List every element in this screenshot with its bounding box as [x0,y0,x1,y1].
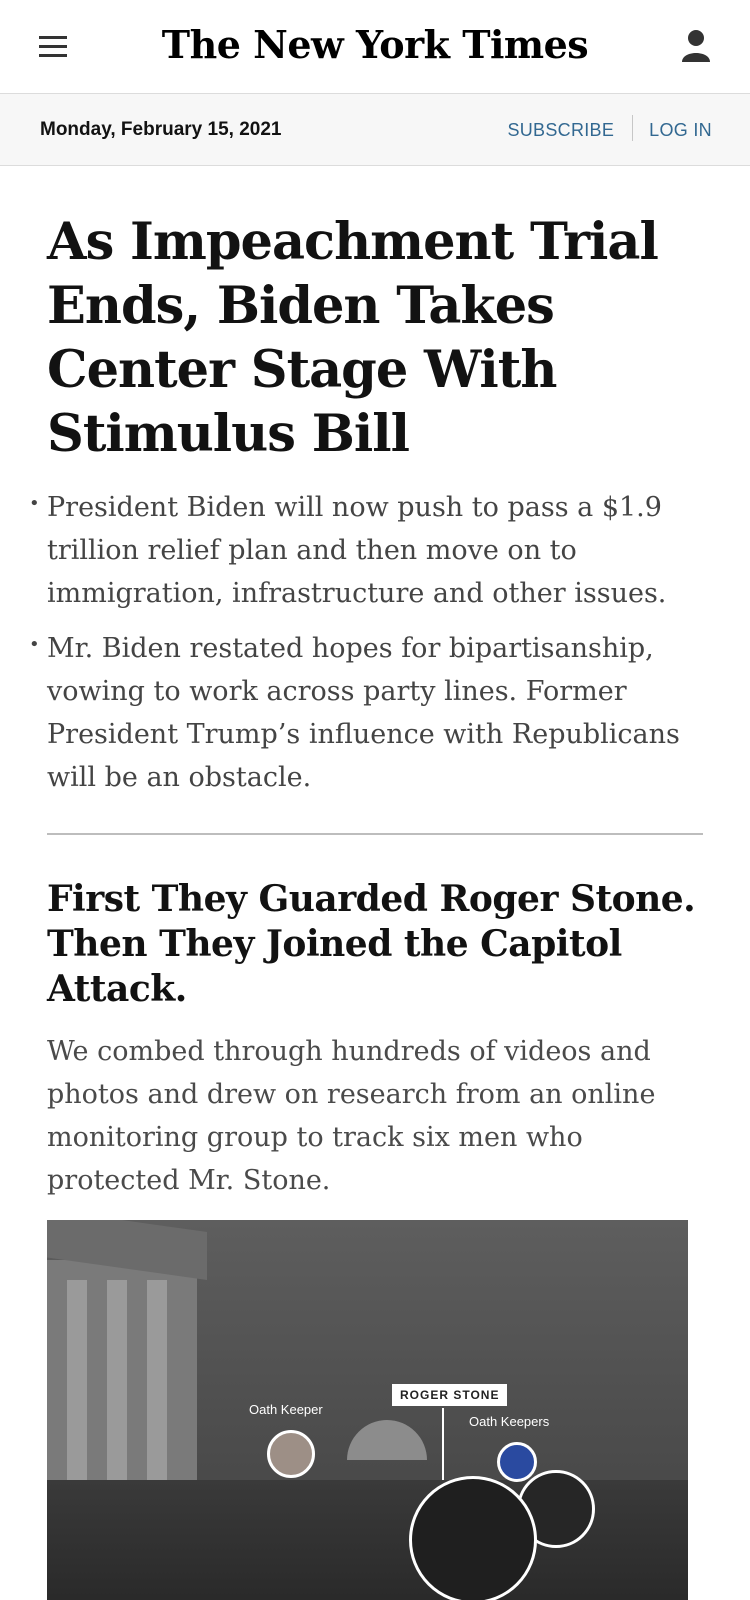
column [147,1280,167,1500]
lead-story-headline[interactable]: As Impeachment Trial Ends, Biden Takes C… [47,210,703,466]
oath-keepers-label: Oath Keepers [469,1414,550,1429]
label-pointer-line [442,1408,444,1480]
story-divider [47,833,703,835]
masthead: The New York Times [0,0,750,94]
link-divider [632,115,634,141]
highlight-circle [497,1442,537,1482]
user-account-icon[interactable] [680,28,712,64]
lead-story-bullets: President Biden will now push to pass a … [29,482,703,799]
current-date: Monday, February 15, 2021 [40,119,282,140]
lead-story-bullet: President Biden will now push to pass a … [29,482,703,615]
oath-keeper-label: Oath Keeper [249,1402,323,1417]
roger-stone-circle [409,1476,537,1600]
lead-story-bullet: Mr. Biden restated hopes for bipartisans… [29,623,703,799]
column [67,1280,87,1500]
date-bar: Monday, February 15, 2021 SUBSCRIBE LOG I… [0,94,750,166]
main-content: As Impeachment Trial Ends, Biden Takes C… [0,210,750,1600]
story-photo[interactable]: Oath Keeper ROGER STONE Oath Keepers [47,1220,688,1600]
login-link[interactable]: LOG IN [649,120,712,140]
account-links: SUBSCRIBE LOG IN [507,115,712,144]
second-story-headline[interactable]: First They Guarded Roger Stone. Then The… [47,877,703,1012]
second-story-summary: We combed through hundreds of videos and… [47,1036,656,1196]
highlight-circle [267,1430,315,1478]
nyt-logo[interactable]: The New York Times [0,22,750,67]
subscribe-link[interactable]: SUBSCRIBE [507,120,614,140]
roger-stone-label: ROGER STONE [392,1384,508,1406]
column [107,1280,127,1500]
capitol-dome [347,1420,427,1460]
